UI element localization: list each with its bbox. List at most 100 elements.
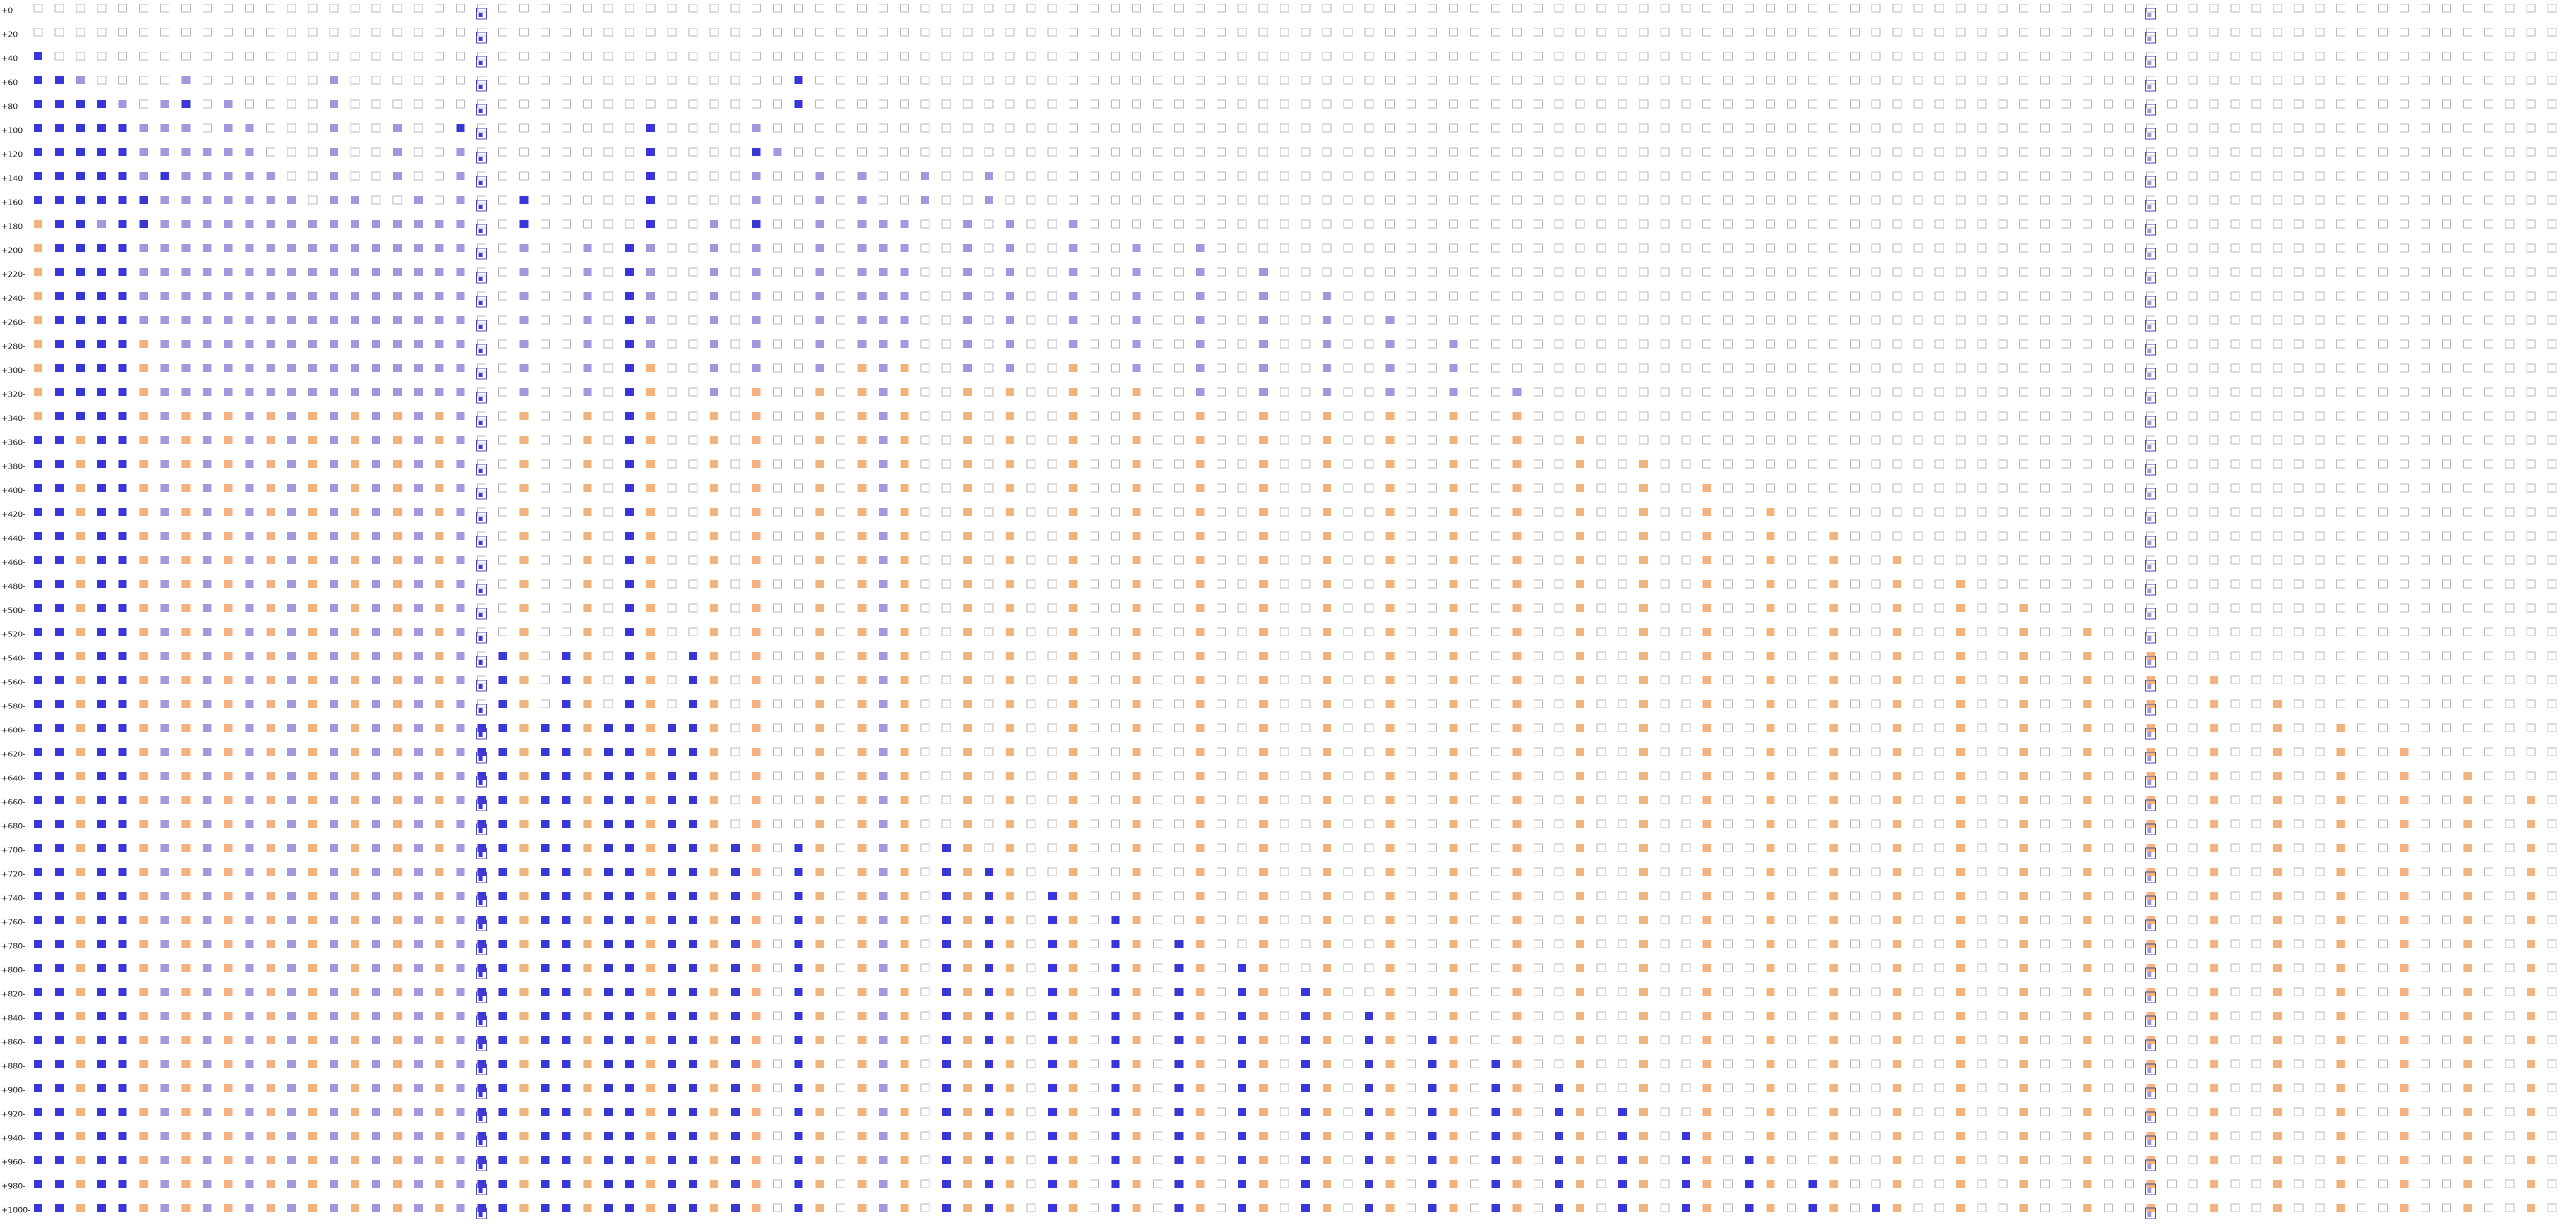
heatmap-cell: [392, 604, 402, 612]
heatmap-cell: [181, 700, 191, 708]
heatmap-cell: [1364, 411, 1374, 421]
special-column-fill: [478, 301, 483, 305]
heatmap-cell: [857, 436, 867, 444]
heatmap-cell: [1047, 171, 1057, 181]
heatmap-cell: [54, 244, 64, 252]
heatmap-cell: [879, 796, 888, 804]
heatmap-cell: [878, 171, 888, 181]
heatmap-cell: [118, 556, 127, 564]
y-tick-label: +540-: [1, 654, 25, 663]
heatmap-cell: [1766, 147, 1776, 157]
heatmap-cell: [752, 292, 761, 300]
heatmap-cell: [1913, 795, 1923, 804]
heatmap-cell: [139, 52, 149, 61]
heatmap-cell: [540, 171, 550, 181]
heatmap-cell: [1998, 771, 2008, 780]
heatmap-cell: [2188, 843, 2198, 852]
heatmap-cell: [1259, 388, 1268, 396]
heatmap-cell: [2167, 123, 2177, 133]
heatmap-cell: [1533, 891, 1543, 900]
heatmap-cell: [351, 244, 359, 252]
heatmap-cell: [1681, 123, 1691, 133]
heatmap-cell: [203, 628, 212, 636]
heatmap-cell: [2484, 267, 2493, 277]
heatmap-cell: [984, 363, 994, 373]
heatmap-cell: [794, 195, 804, 205]
heatmap-cell: [1998, 939, 2008, 948]
heatmap-cell: [1533, 219, 1543, 229]
heatmap-cell: [688, 676, 697, 684]
heatmap-cell: [1913, 219, 1923, 229]
heatmap-cell: [1723, 171, 1733, 181]
heatmap-cell: [330, 772, 339, 780]
heatmap-cell: [561, 459, 571, 469]
heatmap-cell: [498, 363, 508, 373]
heatmap-cell: [2336, 411, 2346, 421]
heatmap-cell: [625, 436, 634, 444]
heatmap-cell: [392, 940, 402, 948]
heatmap-cell: [2188, 243, 2198, 253]
heatmap-cell: [1745, 627, 1755, 636]
heatmap-cell: [392, 484, 402, 492]
heatmap-cell: [1090, 76, 1100, 85]
heatmap-cell: [1576, 532, 1585, 540]
heatmap-cell: [1322, 99, 1332, 109]
heatmap-cell: [1702, 435, 1712, 445]
heatmap-cell: [371, 772, 380, 780]
heatmap-cell: [1280, 99, 1289, 109]
heatmap-cell: [1407, 76, 1416, 85]
heatmap-cell: [1385, 844, 1395, 852]
heatmap-cell: [1892, 99, 1902, 109]
y-tick-label: +320-: [1, 390, 25, 399]
heatmap-cell: [1766, 892, 1775, 900]
heatmap-cell: [603, 219, 613, 229]
heatmap-cell: [1469, 459, 1479, 469]
heatmap-cell: [2505, 723, 2515, 732]
heatmap-cell: [2251, 99, 2261, 109]
heatmap-cell: [1786, 531, 1796, 541]
heatmap-cell: [1090, 699, 1100, 708]
heatmap-cell: [265, 52, 275, 61]
heatmap-cell: [2062, 795, 2071, 804]
heatmap-cell: [160, 148, 169, 156]
heatmap-cell: [836, 291, 845, 301]
heatmap-cell: [414, 916, 423, 924]
heatmap-cell: [2462, 291, 2472, 301]
heatmap-cell: [1322, 532, 1331, 540]
heatmap-cell: [1132, 28, 1142, 37]
heatmap-cell: [118, 28, 128, 37]
heatmap-cell: [2019, 315, 2029, 325]
heatmap-cell: [2400, 339, 2409, 349]
heatmap-cell: [266, 628, 275, 636]
heatmap-cell: [351, 892, 359, 900]
heatmap-cell: [1174, 243, 1184, 253]
heatmap-cell: [2230, 219, 2240, 229]
heatmap-cell: [709, 916, 718, 924]
heatmap-cell: [1618, 819, 1627, 828]
heatmap-cell: [1047, 99, 1057, 109]
heatmap-cell: [97, 196, 106, 204]
heatmap-cell: [1576, 604, 1585, 612]
heatmap-cell: [1850, 675, 1860, 684]
heatmap-cell: [1850, 52, 1860, 61]
heatmap-cell: [1491, 267, 1500, 277]
heatmap-cell: [1807, 531, 1817, 541]
heatmap-cell: [1745, 819, 1755, 828]
heatmap-cell: [1893, 916, 1902, 924]
heatmap-cell: [97, 436, 106, 444]
heatmap-cell: [688, 123, 698, 133]
heatmap-cell: [836, 651, 845, 660]
heatmap-cell: [1977, 99, 1987, 109]
heatmap-cell: [1196, 292, 1205, 300]
heatmap-cell: [625, 700, 634, 708]
heatmap-cell: [1807, 723, 1817, 732]
heatmap-cell: [202, 99, 212, 109]
heatmap-cell: [625, 724, 634, 732]
heatmap-cell: [1469, 123, 1479, 133]
heatmap-cell: [2019, 868, 2028, 876]
heatmap-cell: [815, 796, 824, 804]
heatmap-cell: [498, 339, 508, 349]
heatmap-cell: [2484, 147, 2493, 157]
heatmap-cell: [2040, 459, 2050, 469]
heatmap-cell: [583, 676, 592, 684]
